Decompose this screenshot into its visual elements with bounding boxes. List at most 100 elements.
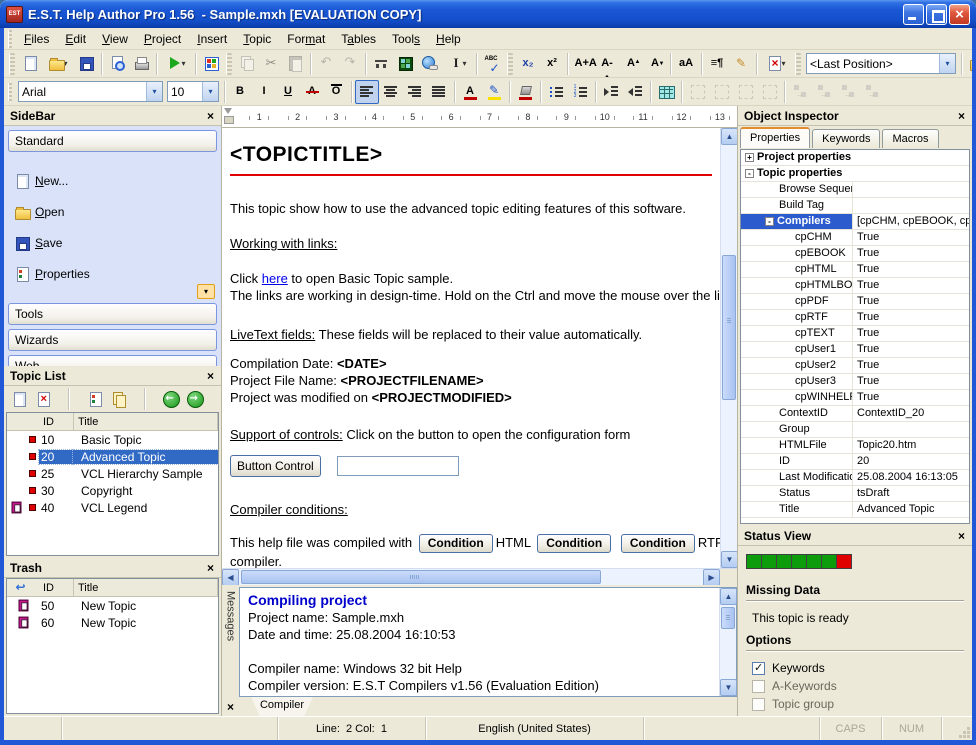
- paste-button[interactable]: ▾: [283, 52, 307, 76]
- save-button[interactable]: ▾: [74, 52, 98, 76]
- condition-button[interactable]: Condition: [621, 534, 695, 553]
- toolbar-button[interactable]: ▾: [194, 53, 197, 75]
- toolbar-button[interactable]: ▾: [155, 53, 158, 75]
- menu-item[interactable]: Tools: [384, 29, 428, 49]
- column-title[interactable]: Title: [73, 579, 218, 596]
- inspector-tab[interactable]: Properties: [740, 127, 810, 148]
- close-messages-button[interactable]: ×: [227, 700, 234, 714]
- last-position-combo[interactable]: ▾: [806, 53, 956, 74]
- close-topic-list-button[interactable]: ×: [204, 369, 217, 383]
- topic-properties-button[interactable]: ▾: [84, 388, 106, 410]
- indent-marker-icon[interactable]: [224, 108, 233, 126]
- scroll-up-icon[interactable]: ▲: [721, 128, 738, 145]
- toolbar-button[interactable]: ▾: [364, 53, 367, 75]
- toolbar-button[interactable]: ▾: [100, 53, 103, 75]
- page-break-button[interactable]: ▾: [369, 52, 393, 76]
- frame-tool-button[interactable]: ▾: [685, 80, 709, 104]
- open-folder-button[interactable]: ▾: [42, 52, 74, 76]
- toolbar-button[interactable]: ▾: [350, 81, 353, 103]
- strikethrough-button[interactable]: A▾: [300, 80, 324, 104]
- floppy-button[interactable]: Save: [14, 235, 213, 251]
- close-status-view-button[interactable]: ×: [955, 529, 968, 543]
- resize-grip[interactable]: [956, 717, 972, 740]
- trash-columns[interactable]: ID Title: [7, 579, 218, 597]
- property-row[interactable]: Group: [741, 422, 969, 438]
- frame-tool-button[interactable]: ▾: [757, 80, 781, 104]
- option-row[interactable]: Keywords: [746, 659, 964, 677]
- toolbar-button[interactable]: ▾: [507, 53, 513, 75]
- font-name-combo[interactable]: ▾: [18, 81, 163, 102]
- option-row[interactable]: Topic group: [746, 695, 964, 713]
- topic-row[interactable]: 20 Advanced Topic: [7, 448, 218, 465]
- property-value[interactable]: [853, 422, 969, 437]
- menu-item[interactable]: Project: [136, 29, 189, 49]
- toolbar-button[interactable]: ▾: [795, 53, 801, 75]
- scrollbar-thumb[interactable]: [722, 255, 736, 400]
- property-value[interactable]: True: [853, 374, 969, 389]
- font-name-input[interactable]: [19, 83, 146, 100]
- expand-toggle-icon[interactable]: [745, 169, 754, 178]
- font-color-button[interactable]: A▾: [458, 80, 482, 104]
- property-value[interactable]: True: [853, 390, 969, 405]
- toolbar-button[interactable]: ▾: [475, 53, 478, 75]
- italic-button[interactable]: I▾: [252, 80, 276, 104]
- close-trash-button[interactable]: ×: [204, 561, 217, 575]
- font-increase-button[interactable]: A▾: [619, 52, 643, 76]
- property-value[interactable]: [cpCHM, cpEBOOK, cpH: [853, 214, 969, 229]
- property-row[interactable]: HTMLFile Topic20.htm: [741, 438, 969, 454]
- property-row[interactable]: Build Tag: [741, 198, 969, 214]
- align-left-button[interactable]: ▾: [355, 80, 379, 104]
- property-row[interactable]: Browse Sequence: [741, 182, 969, 198]
- toolbar-button[interactable]: ▾: [508, 81, 511, 103]
- editor-ruler[interactable]: 12345678910111213: [222, 106, 737, 128]
- checkbox[interactable]: [752, 716, 765, 717]
- format-painter-button[interactable]: ▾: [729, 52, 753, 76]
- editor-vscrollbar[interactable]: ▲ ▼: [720, 128, 737, 568]
- align-center-button[interactable]: ▾: [379, 80, 403, 104]
- frame-tool-button[interactable]: ▾: [733, 80, 757, 104]
- close-sidebar-button[interactable]: ×: [204, 109, 217, 123]
- topic-row[interactable]: 25 VCL Hierarchy Sample: [7, 465, 218, 482]
- property-value[interactable]: [855, 150, 969, 165]
- sidebar-group-web[interactable]: Web: [8, 355, 217, 366]
- change-case-button[interactable]: aA▾: [674, 52, 698, 76]
- menu-item[interactable]: Insert: [189, 29, 235, 49]
- close-inspector-button[interactable]: ×: [955, 109, 968, 123]
- property-value[interactable]: True: [853, 342, 969, 357]
- scroll-down-icon[interactable]: ▼: [721, 551, 738, 568]
- superscript-button[interactable]: x²▾: [540, 52, 564, 76]
- spell-check-button[interactable]: ▾: [480, 52, 504, 76]
- property-value[interactable]: True: [853, 262, 969, 277]
- indent-increase-button[interactable]: ▾: [599, 80, 623, 104]
- subscript-button[interactable]: x₂▾: [516, 52, 540, 76]
- property-row[interactable]: cpCHM True: [741, 230, 969, 246]
- spacing-decrease-button[interactable]: A-A▾: [595, 52, 619, 76]
- topic-row[interactable]: 40 VCL Legend: [7, 499, 218, 516]
- toolbar-button[interactable]: ▾: [58, 388, 80, 410]
- toolbar-button[interactable]: ▾: [700, 53, 703, 75]
- property-row[interactable]: Status tsDraft: [741, 486, 969, 502]
- indent-decrease-button[interactable]: ▾: [623, 80, 647, 104]
- font-size-combo[interactable]: ▾: [167, 81, 219, 102]
- toolbar-button[interactable]: ▾: [134, 388, 156, 410]
- toolbar-button[interactable]: ▾: [226, 53, 232, 75]
- spacing-increase-button[interactable]: A+A▾: [571, 52, 595, 76]
- menu-item[interactable]: Format: [279, 29, 333, 49]
- sidebar-group-tools[interactable]: Tools: [8, 303, 217, 325]
- property-row[interactable]: ID 20: [741, 454, 969, 470]
- compile-run-button[interactable]: ▾: [160, 52, 192, 76]
- scroll-up-icon[interactable]: ▲: [720, 588, 737, 605]
- property-value[interactable]: [853, 182, 969, 197]
- close-button[interactable]: [949, 4, 970, 25]
- property-row[interactable]: cpUser2 True: [741, 358, 969, 374]
- property-value[interactable]: True: [853, 246, 969, 261]
- property-value[interactable]: Topic20.htm: [853, 438, 969, 453]
- property-row[interactable]: cpUser1 True: [741, 342, 969, 358]
- combo-dropdown-icon[interactable]: ▾: [202, 82, 218, 101]
- toolbar-button[interactable]: ▾: [594, 81, 597, 103]
- toolbar-button[interactable]: ▾: [680, 81, 683, 103]
- toolbar-button[interactable]: ▾: [453, 81, 456, 103]
- scroll-left-icon[interactable]: ◀: [222, 569, 239, 586]
- delete-topic-page-button[interactable]: ▾: [32, 388, 54, 410]
- link-tool-button[interactable]: ▾: [836, 80, 860, 104]
